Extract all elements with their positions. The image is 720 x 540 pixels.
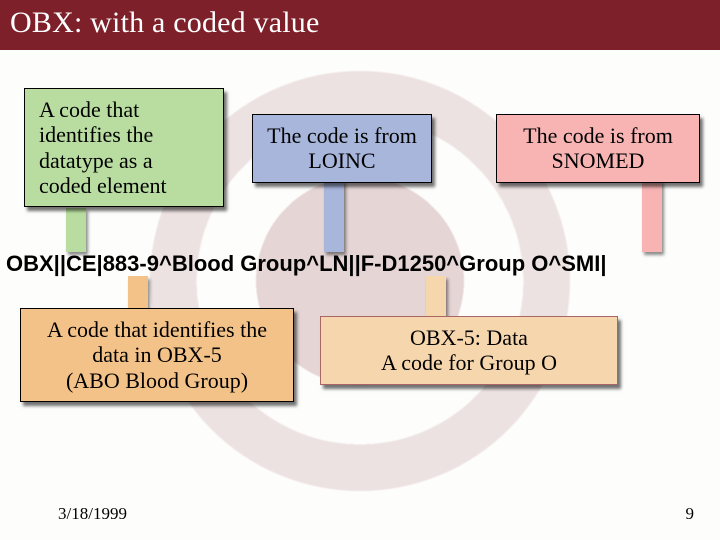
callout-tail (324, 180, 344, 252)
slide-title: OBX: with a coded value (0, 0, 720, 50)
slide-footer: 3/18/1999 9 (0, 504, 720, 524)
callout-text: OBX-5: DataA code for Group O (381, 325, 557, 375)
callout-text: The code is from SNOMED (523, 123, 673, 173)
slide-body: A code that identifies the datatype as a… (0, 50, 720, 530)
callout-text: The code is from LOINC (267, 123, 417, 173)
callout-obx5-identifier: A code that identifies the data in OBX-5… (20, 308, 294, 402)
callout-tail (642, 180, 662, 252)
callout-text: A code that identifies the datatype as a… (39, 97, 167, 198)
callout-snomed: The code is from SNOMED (496, 114, 700, 183)
callout-text: A code that identifies the data in OBX-5… (47, 317, 267, 393)
callout-loinc: The code is from LOINC (252, 114, 432, 183)
footer-page: 9 (686, 504, 695, 524)
hl7-code-line: OBX||CE|883-9^Blood Group^LN||F-D1250^Gr… (6, 251, 714, 277)
callout-tail (66, 208, 86, 252)
callout-datatype: A code that identifies the datatype as a… (24, 88, 224, 207)
callout-tail (426, 276, 446, 320)
callout-obx5-data: OBX-5: DataA code for Group O (320, 316, 618, 385)
callout-tail (128, 276, 148, 312)
footer-date: 3/18/1999 (58, 504, 127, 524)
